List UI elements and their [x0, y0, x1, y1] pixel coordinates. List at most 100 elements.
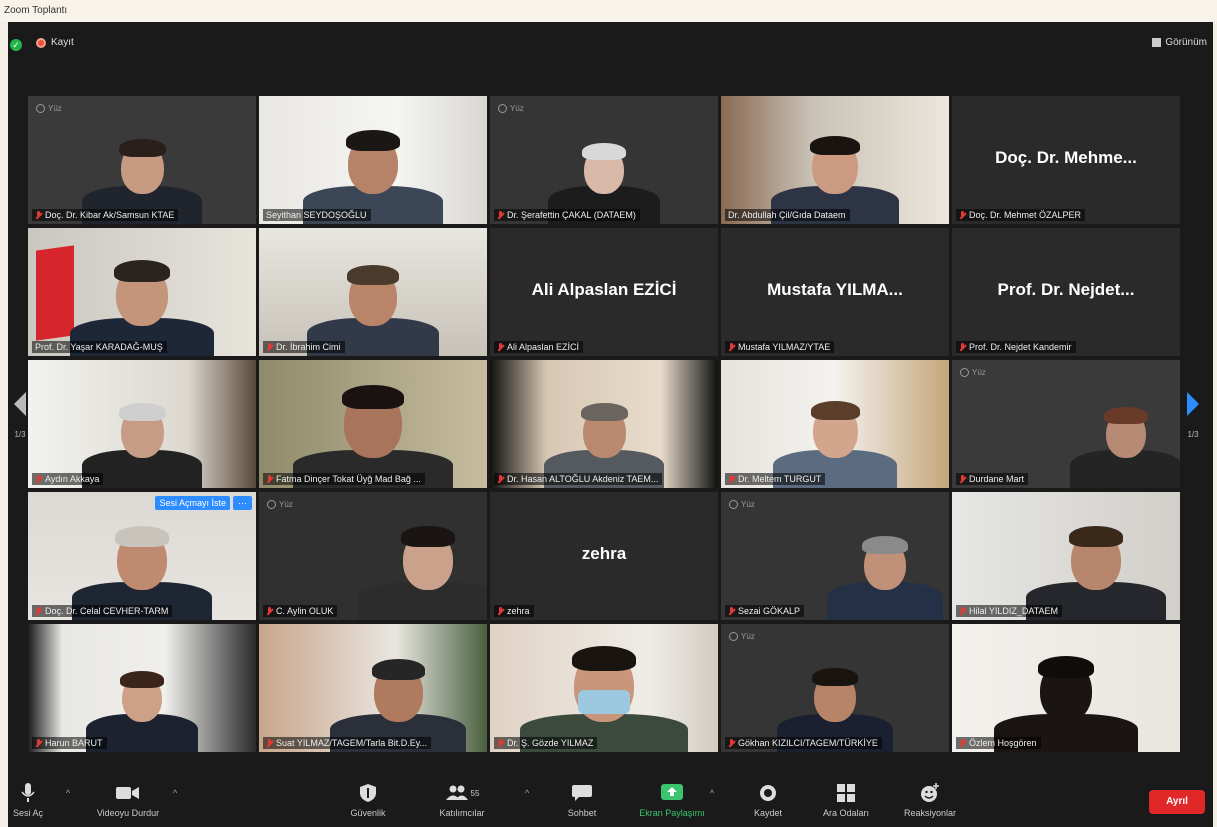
muted-mic-icon [959, 738, 966, 748]
participant-silhouette [520, 642, 688, 752]
participant-name: Prof. Dr. Yaşar KARADAĞ-MUŞ [35, 342, 163, 352]
participant-tile[interactable]: Yüz Sezai GÖKALP [721, 492, 949, 620]
participant-name: Dr. Abdullah Çil/Gıda Dataem [728, 210, 846, 220]
muted-mic-icon [497, 342, 504, 352]
participant-name-label: Dr. Meltem TURGUT [725, 473, 826, 485]
chat-label: Sohbet [567, 808, 597, 818]
next-page-button[interactable]: 1/3 [1185, 392, 1201, 439]
tile-hover-actions: Sesi Açmayı İste ··· [155, 496, 252, 510]
muted-mic-icon [959, 342, 966, 352]
participant-name: Suat YILMAZ/TAGEM/Tarla Bit.D.Ey... [276, 738, 428, 748]
participant-name: Doç. Dr. Celal CEVHER-TARM [45, 606, 169, 616]
participant-name: zehra [507, 606, 530, 616]
more-options-button[interactable]: ··· [233, 496, 252, 510]
participant-name-label: Dr. İbrahim Cimi [263, 341, 345, 353]
participant-tile[interactable]: Dr. İbrahim Cimi [259, 228, 487, 356]
security-ok-icon[interactable]: ✓ [10, 39, 22, 51]
participant-name: Ali Alpaslan EZİCİ [507, 342, 580, 352]
participant-tile[interactable]: Sesi Açmayı İste ··· Doç. Dr. Celal CEVHER… [28, 492, 256, 620]
participant-silhouette [72, 510, 212, 620]
participant-name-label: Sezai GÖKALP [725, 605, 805, 617]
participant-name-label: Seyithan SEYDOŞOĞLU [263, 209, 371, 221]
participant-tile[interactable]: Doç. Dr. Mehme... Doç. Dr. Mehmet ÖZALPER [952, 96, 1180, 224]
participant-silhouette [307, 246, 439, 356]
participant-tile[interactable]: Harun BARUT [28, 624, 256, 752]
stop-video-label: Videoyu Durdur [96, 808, 160, 818]
muted-mic-icon [728, 738, 735, 748]
record-button[interactable]: Kaydet [742, 782, 794, 818]
participant-name-label: Hilal YILDIZ_DATAEM [956, 605, 1063, 617]
participant-tile[interactable]: Dr. Abdullah Çil/Gıda Dataem [721, 96, 949, 224]
camera-off-badge: Yüz [729, 500, 755, 509]
leave-button[interactable]: Ayrıl [1149, 790, 1205, 814]
muted-mic-icon [497, 210, 504, 220]
participant-tile[interactable]: Fatma Dinçer Tokat Üyğ Mad Bağ ... [259, 360, 487, 488]
participant-display-name: Prof. Dr. Nejdet... [997, 280, 1135, 299]
reactions-button[interactable]: Reaksiyonlar [890, 782, 970, 818]
unmute-button[interactable]: Sesi Aç [8, 782, 48, 818]
ask-to-unmute-button[interactable]: Sesi Açmayı İste [155, 496, 230, 510]
participant-name-label: Dr. Şerafettin ÇAKAL (DATAEM) [494, 209, 640, 221]
participant-name: Doç. Dr. Mehmet ÖZALPER [969, 210, 1082, 220]
participant-tile[interactable]: Ali Alpaslan EZİCİ Ali Alpaslan EZİCİ [490, 228, 718, 356]
participants-button[interactable]: 55 Katılımcılar [426, 782, 498, 818]
participant-tile[interactable]: zehra zehra [490, 492, 718, 620]
participant-name: Sezai GÖKALP [738, 606, 801, 616]
participant-tile[interactable]: Seyithan SEYDOŞOĞLU [259, 96, 487, 224]
video-options-caret[interactable]: ^ [173, 788, 177, 798]
participant-silhouette [544, 378, 664, 488]
muted-mic-icon [266, 342, 273, 352]
participant-tile[interactable]: Dr. Ş. Gözde YILMAZ [490, 624, 718, 752]
participant-name-label: Özlem Hoşgören [956, 737, 1041, 749]
participant-tile[interactable]: Yüz Dr. Şerafettin ÇAKAL (DATAEM) [490, 96, 718, 224]
participant-tile[interactable]: Dr. Hasan ALTOĞLU Akdeniz TAEM... [490, 360, 718, 488]
previous-page-button[interactable]: 1/3 [12, 392, 28, 439]
participant-name-label: Dr. Ş. Gözde YILMAZ [494, 737, 598, 749]
participant-tile[interactable]: Özlem Hoşgören [952, 624, 1180, 752]
muted-mic-icon [959, 210, 966, 220]
participant-tile[interactable]: Yüz Gökhan KIZILCI/TAGEM/TÜRKİYE [721, 624, 949, 752]
camera-off-badge: Yüz [267, 500, 293, 509]
participant-name: Dr. Hasan ALTOĞLU Akdeniz TAEM... [507, 474, 659, 484]
participant-tile[interactable]: Hilal YILDIZ_DATAEM [952, 492, 1180, 620]
chat-button[interactable]: Sohbet [552, 782, 612, 818]
participant-silhouette [1026, 510, 1166, 620]
breakout-rooms-label: Ara Odaları [822, 808, 870, 818]
participant-tile[interactable]: Yüz Durdane Mart [952, 360, 1180, 488]
participant-tile[interactable]: Aydın Akkaya [28, 360, 256, 488]
breakout-rooms-button[interactable]: Ara Odaları [808, 782, 884, 818]
camera-off-text: Yüz [741, 500, 755, 509]
participant-tile[interactable]: Yüz C. Aylin OLUK [259, 492, 487, 620]
participant-silhouette [1070, 378, 1180, 488]
zoom-window: ✓ Kayıt Görünüm 1/3 1/3 Yüz Doç. Dr. Kiba… [8, 22, 1213, 827]
record-label: Kaydet [753, 808, 783, 818]
participant-tile[interactable]: Suat YILMAZ/TAGEM/Tarla Bit.D.Ey... [259, 624, 487, 752]
participant-display-name: zehra [581, 544, 627, 563]
view-button[interactable]: Görünüm [1152, 37, 1207, 48]
muted-mic-icon [959, 606, 966, 616]
muted-mic-icon [728, 342, 735, 352]
participant-name-label: C. Aylin OLUK [263, 605, 338, 617]
participant-tile[interactable]: Dr. Meltem TURGUT [721, 360, 949, 488]
muted-mic-icon [497, 606, 504, 616]
participant-tile[interactable]: Prof. Dr. Yaşar KARADAĞ-MUŞ [28, 228, 256, 356]
participant-tile[interactable]: Yüz Doç. Dr. Kibar Ak/Samsun KTAE [28, 96, 256, 224]
participant-tile[interactable]: Prof. Dr. Nejdet... Prof. Dr. Nejdet Kand… [952, 228, 1180, 356]
participants-options-caret[interactable]: ^ [525, 788, 529, 798]
muted-mic-icon [35, 606, 42, 616]
security-button[interactable]: Güvenlik [338, 782, 398, 818]
window-title: Zoom Toplantı [0, 0, 1217, 22]
participant-name-label: Prof. Dr. Yaşar KARADAĞ-MUŞ [32, 341, 167, 353]
participants-label: Katılımcılar [439, 808, 485, 818]
recording-indicator[interactable]: Kayıt [36, 37, 74, 48]
participant-tile[interactable]: Mustafa YILMA... Mustafa YILMAZ/YTAE [721, 228, 949, 356]
share-options-caret[interactable]: ^ [710, 788, 714, 798]
participant-name: Doç. Dr. Kibar Ak/Samsun KTAE [45, 210, 175, 220]
audio-options-caret[interactable]: ^ [66, 788, 70, 798]
participant-silhouette [827, 510, 943, 620]
participant-silhouette [773, 378, 897, 488]
share-screen-button[interactable]: Ekran Paylaşımı [626, 782, 718, 818]
stop-video-button[interactable]: Videoyu Durdur [88, 782, 168, 818]
participant-name-label: Doç. Dr. Kibar Ak/Samsun KTAE [32, 209, 179, 221]
share-screen-label: Ekran Paylaşımı [639, 808, 705, 818]
